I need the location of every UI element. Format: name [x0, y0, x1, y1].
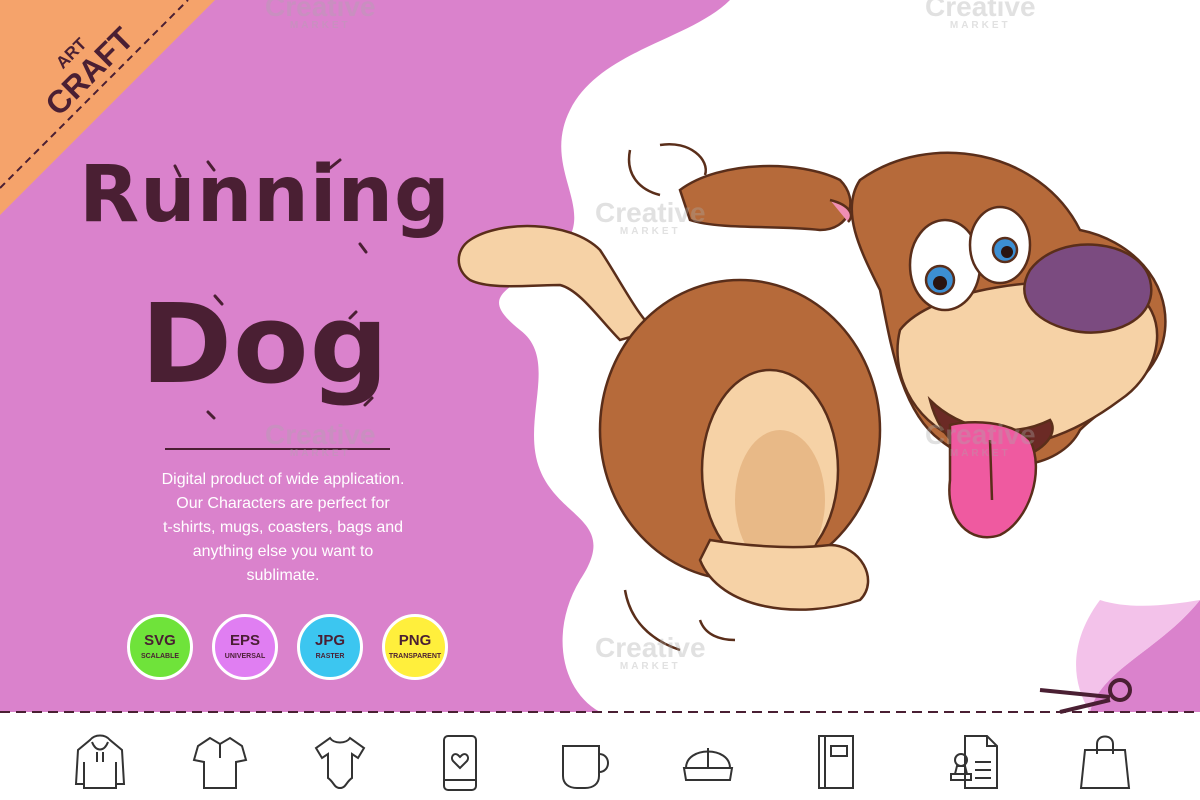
- watermark-brand: Creative: [265, 419, 376, 450]
- polo-shirt-icon: [192, 736, 248, 789]
- description-line: t-shirts, mugs, coasters, bags and: [162, 519, 404, 536]
- format-label: EPS: [229, 632, 260, 649]
- format-label: SVG: [144, 632, 176, 649]
- phone-case-icon: [443, 735, 477, 791]
- format-badge-eps: EPS UNIVERSAL: [212, 614, 278, 680]
- description-line: anything else you want to: [192, 543, 374, 560]
- ad-canvas: ART CRAFT Running Dog Digital product of…: [0, 0, 1200, 800]
- watermark: Creative MARKET: [925, 419, 1036, 460]
- mug-icon: [562, 745, 609, 789]
- baby-bodysuit-icon: [314, 736, 366, 790]
- print-stamp-document-icon: [950, 735, 998, 789]
- watermark-brand: Creative: [595, 632, 706, 663]
- description-line: Digital product of wide application.: [161, 471, 405, 488]
- format-label: PNG: [398, 632, 432, 649]
- format-badge-jpg: JPG RASTER: [297, 614, 363, 680]
- product-description: Digital product of wide application. Our…: [128, 468, 438, 588]
- watermark: Creative MARKET: [265, 0, 376, 32]
- watermark: Creative MARKET: [925, 0, 1036, 32]
- format-sublabel: UNIVERSAL: [224, 653, 266, 660]
- watermark-brand: Creative: [925, 419, 1036, 450]
- description-line: Our Characters are perfect for: [176, 495, 390, 512]
- notebook-icon: [818, 735, 854, 789]
- description-line: sublimate.: [246, 567, 320, 584]
- format-badge-png: PNG TRANSPARENT: [382, 614, 448, 680]
- watermark-brand: Creative: [925, 0, 1036, 22]
- watermark: Creative MARKET: [265, 419, 376, 460]
- format-badge-svg: SVG SCALABLE: [127, 614, 193, 680]
- product-icons: [0, 720, 1200, 800]
- format-sublabel: SCALABLE: [140, 653, 180, 660]
- shopping-bag-icon: [1079, 735, 1131, 789]
- watermark: Creative MARKET: [595, 197, 706, 238]
- watermark-brand: Creative: [265, 0, 376, 22]
- format-sublabel: RASTER: [315, 653, 345, 660]
- format-badges: SVG SCALABLE EPS UNIVERSAL JPG RASTER PN…: [127, 614, 457, 684]
- watermark: Creative MARKET: [595, 632, 706, 673]
- cap-icon: [682, 748, 734, 781]
- watermark-brand: Creative: [595, 197, 706, 228]
- hoodie-icon: [74, 734, 126, 789]
- format-label: JPG: [314, 632, 345, 649]
- title-line-1: Running: [79, 150, 451, 240]
- title-line-2: Dog: [140, 280, 390, 408]
- format-sublabel: TRANSPARENT: [388, 653, 442, 660]
